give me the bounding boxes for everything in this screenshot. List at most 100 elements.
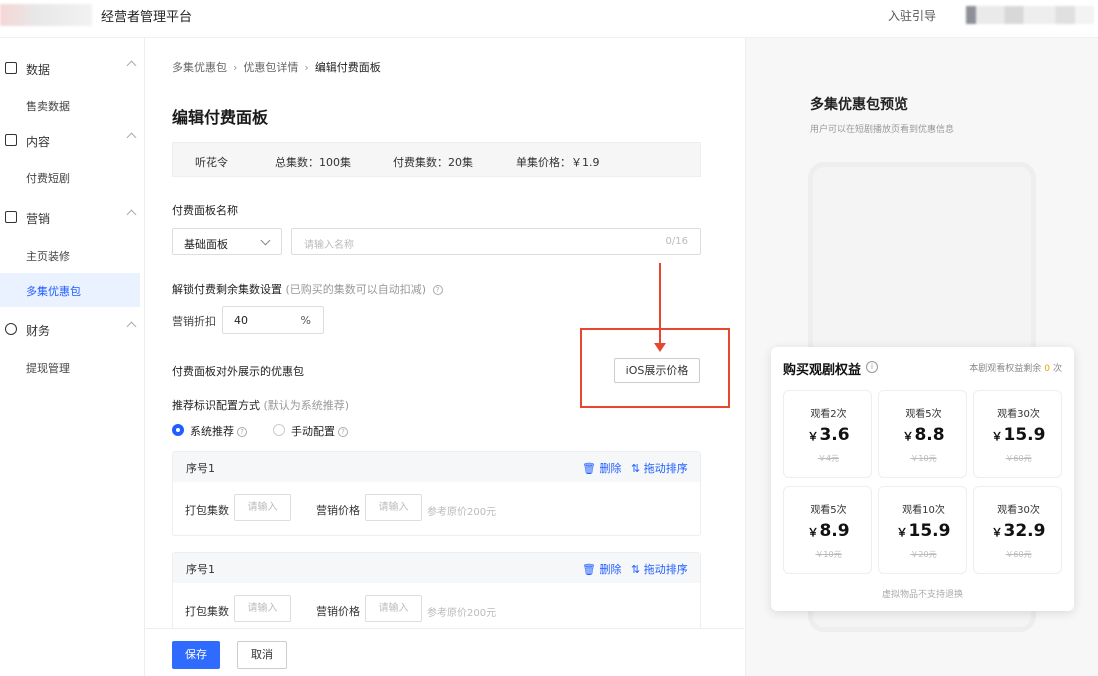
chevron-up-icon: [126, 60, 137, 71]
radio-manual-config[interactable]: [273, 424, 285, 436]
offer-price-value: 3.6: [819, 425, 850, 445]
offer-price: ￥8.8: [879, 425, 968, 445]
video-icon: [5, 134, 17, 146]
chevron-down-icon: [260, 235, 271, 246]
pack-price-label: 营销价格: [316, 504, 360, 517]
drag-sort-handle[interactable]: ⇅ 拖动排序: [631, 460, 688, 476]
offer-tile: 观看10次 ￥15.9 ￥20元: [878, 486, 967, 574]
chevron-right-icon: ›: [304, 61, 309, 74]
recommend-label: 推荐标识配置方式 (默认为系统推荐): [172, 397, 349, 413]
offer-title: 观看30次: [997, 505, 1040, 516]
sidebar-group-label: 内容: [26, 135, 51, 149]
discount-value: 40: [234, 314, 248, 327]
offer-price-value: 8.8: [914, 425, 945, 445]
currency-symbol: ￥: [902, 430, 914, 443]
sidebar-item-paid-shorts[interactable]: 付费短剧: [0, 160, 140, 194]
purchase-panel-preview: 购买观剧权益 i 本剧观看权益剩余 0 次 观看2次 ￥3.6 ￥4元 观看5次 ￥…: [771, 347, 1074, 611]
offer-original-price: ￥4元: [817, 454, 840, 463]
package-card-body: 打包集数 请输入 营销价格 请输入 参考原价200元: [173, 583, 700, 628]
recommend-label-text: 推荐标识配置方式: [172, 399, 260, 412]
cancel-button[interactable]: 取消: [237, 641, 287, 669]
help-icon[interactable]: ?: [237, 427, 247, 437]
offer-original-price: ￥10元: [910, 454, 937, 463]
breadcrumb-link[interactable]: 多集优惠包: [172, 61, 227, 74]
currency-symbol: ￥: [896, 526, 908, 539]
sidebar-group-finance[interactable]: 财务: [0, 315, 145, 343]
onboarding-guide-link[interactable]: 入驻引导: [888, 7, 936, 24]
sidebar-item-homepage-decor[interactable]: 主页装修: [0, 238, 140, 272]
pack-count-input[interactable]: 请输入: [234, 494, 291, 521]
radio-system-recommend[interactable]: [172, 424, 184, 436]
sidebar-group-data[interactable]: 数据: [0, 54, 145, 82]
offer-original-price: ￥10元: [815, 550, 842, 559]
panel-name-placeholder: 请输入名称: [304, 240, 354, 251]
database-icon: [5, 323, 17, 335]
pack-price-input[interactable]: 请输入: [365, 595, 422, 622]
logo: [0, 4, 92, 26]
annotation-highlight-box: [580, 328, 730, 408]
delete-button[interactable]: 🗑 删除: [582, 460, 621, 476]
unlock-setting-label: 解锁付费剩余集数设置 (已购买的集数可以自动扣减) ?: [172, 281, 443, 297]
package-number: 序号1: [186, 462, 215, 475]
pack-count-input[interactable]: 请输入: [234, 595, 291, 622]
unit-price: 单集价格：￥1.9: [516, 156, 600, 169]
delete-label: 删除: [599, 462, 622, 475]
sidebar-group-content[interactable]: 内容: [0, 126, 145, 154]
radio-manual-text: 手动配置: [291, 425, 335, 438]
panel-type-select[interactable]: 基础面板: [172, 228, 282, 255]
sidebar-item-label: 多集优惠包: [26, 285, 81, 298]
offer-price: ￥3.6: [784, 425, 873, 445]
sidebar-item-withdrawal[interactable]: 提现管理: [0, 350, 140, 384]
info-icon: i: [866, 361, 878, 373]
sidebar-group-label: 数据: [26, 63, 51, 77]
sidebar-item-sales-data[interactable]: 售卖数据: [0, 88, 140, 122]
pack-count-label: 打包集数: [185, 605, 229, 618]
offer-tile: 观看30次 ￥15.9 ￥60元: [973, 390, 1062, 478]
discount-input[interactable]: 40 %: [222, 306, 324, 334]
app-title: 经营者管理平台: [101, 10, 193, 25]
offer-title: 观看5次: [905, 409, 942, 420]
offer-original-price: ￥20元: [910, 550, 937, 559]
package-card-header: 序号1 🗑 删除 ⇅ 拖动排序: [173, 452, 700, 482]
offer-original-price: ￥60元: [1005, 550, 1032, 559]
pack-price-label: 营销价格: [316, 605, 360, 618]
action-bar: 保存 取消: [146, 628, 744, 676]
offer-original-price: ￥60元: [1005, 454, 1032, 463]
offer-price: ￥15.9: [879, 521, 968, 541]
package-card: 序号1 🗑 删除 ⇅ 拖动排序 打包集数 请输入 营销价格 请输入 参考原价20…: [172, 451, 701, 536]
save-button[interactable]: 保存: [172, 641, 220, 669]
offer-title: 观看30次: [997, 409, 1040, 420]
user-info[interactable]: [966, 6, 1094, 24]
percent-unit: %: [300, 314, 311, 327]
drag-sort-handle[interactable]: ⇅ 拖动排序: [631, 561, 688, 577]
sidebar-item-multi-episode-pack[interactable]: 多集优惠包: [0, 273, 140, 307]
drag-label: 拖动排序: [643, 563, 688, 576]
trash-icon: 🗑: [582, 563, 596, 576]
pack-price-input[interactable]: 请输入: [365, 494, 422, 521]
help-icon[interactable]: ?: [338, 427, 348, 437]
sidebar-item-label: 主页装修: [26, 250, 70, 263]
breadcrumb-link[interactable]: 优惠包详情: [243, 61, 298, 74]
sidebar-item-label: 付费短剧: [26, 172, 70, 185]
help-icon[interactable]: ?: [432, 285, 443, 295]
offer-tile: 观看5次 ￥8.9 ￥10元: [783, 486, 872, 574]
reference-price: 参考原价200元: [427, 507, 497, 518]
char-counter: 0/16: [665, 236, 688, 247]
offer-tile: 观看2次 ￥3.6 ￥4元: [783, 390, 872, 478]
main-content: 多集优惠包 › 优惠包详情 › 编辑付费面板 编辑付费面板 听花令 总集数：100集 付…: [146, 38, 744, 628]
pack-count-label: 打包集数: [185, 504, 229, 517]
drama-name: 听花令: [195, 156, 228, 169]
sidebar-item-label: 售卖数据: [26, 100, 70, 113]
sidebar-group-marketing[interactable]: 营销: [0, 203, 145, 231]
panel-name-input[interactable]: 请输入名称 0/16: [291, 228, 701, 255]
delete-button[interactable]: 🗑 删除: [582, 561, 621, 577]
offer-price-value: 8.9: [819, 521, 850, 541]
remaining-prefix: 本剧观看权益剩余: [969, 364, 1042, 374]
recommend-hint: (默认为系统推荐): [263, 399, 350, 412]
panel-name-label: 付费面板名称: [172, 204, 238, 217]
sidebar-item-label: 提现管理: [26, 362, 70, 375]
package-card-body: 打包集数 请输入 营销价格 请输入 参考原价200元: [173, 482, 700, 537]
chevron-up-icon: [126, 132, 137, 143]
offer-price-value: 15.9: [1003, 425, 1046, 445]
sidebar-group-label: 财务: [26, 324, 51, 338]
